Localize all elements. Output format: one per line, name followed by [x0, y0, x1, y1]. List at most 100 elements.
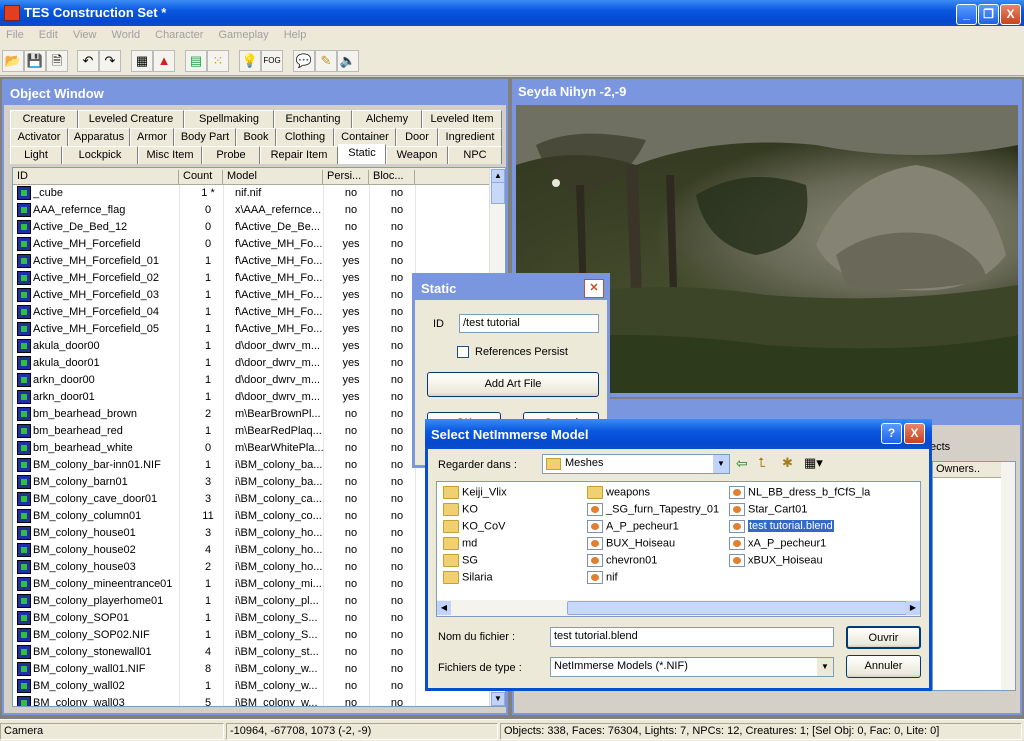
table-row[interactable]: BM_colony_cave_door01 3 i\BM_colony_ca... n…	[13, 491, 491, 508]
folder-item[interactable]: Keiji_Vlix	[443, 486, 507, 502]
menu-edit[interactable]: Edit	[33, 26, 64, 44]
tab-leveled-creature[interactable]: Leveled Creature	[78, 110, 184, 128]
menu-world[interactable]: World	[106, 26, 147, 44]
cell-list-scrollbar[interactable]	[1001, 462, 1015, 690]
table-row[interactable]: BM_colony_stonewall01 4 i\BM_colony_st... n…	[13, 644, 491, 661]
minimize-button[interactable]: _	[956, 4, 977, 25]
dialog-cancel-button[interactable]: Annuler	[846, 655, 921, 678]
light-icon[interactable]: 💡	[239, 50, 261, 72]
menu-view[interactable]: View	[67, 26, 103, 44]
table-row[interactable]: Active_De_Bed_12 0 f\Active_De_Be... no no	[13, 219, 491, 236]
column-count[interactable]: Count	[179, 170, 223, 184]
menu-file[interactable]: File	[0, 26, 30, 44]
file-item[interactable]: xA_P_pecheur1	[729, 537, 826, 553]
snap-icon[interactable]: ▲	[153, 50, 175, 72]
grid-icon[interactable]: ▦	[131, 50, 153, 72]
fog-icon[interactable]: FOG	[261, 50, 283, 72]
hscroll-thumb[interactable]	[567, 601, 907, 615]
tab-misc-item[interactable]: Misc Item	[138, 146, 202, 164]
tab-repair-item[interactable]: Repair Item	[260, 146, 338, 164]
back-icon[interactable]: ⇦	[736, 455, 748, 472]
select-dialog-title-bar[interactable]: Select NetImmerse Model ? X	[425, 419, 932, 449]
folder-item[interactable]: KO_CoV	[443, 520, 505, 536]
tab-ingredient[interactable]: Ingredient	[438, 128, 502, 146]
scroll-left-icon[interactable]: ◀	[437, 601, 451, 615]
file-item[interactable]: test tutorial.blend	[729, 520, 834, 536]
folder-item[interactable]: Silaria	[443, 571, 493, 587]
help-button[interactable]: ?	[881, 423, 902, 444]
column-blocked[interactable]: Bloc...	[369, 170, 415, 184]
cell-objects-list[interactable]: Owners..	[932, 461, 1016, 691]
comment-icon[interactable]: 💬	[293, 50, 315, 72]
file-list-hscroll[interactable]: ◀ ▶	[437, 600, 920, 616]
table-row[interactable]: BM_colony_wall03 5 i\BM_colony_w... no no	[13, 695, 491, 706]
table-row[interactable]: BM_colony_mineentrance01 1 i\BM_colony_mi.…	[13, 576, 491, 593]
filename-field[interactable]: test tutorial.blend	[550, 627, 834, 647]
tab-door[interactable]: Door	[396, 128, 438, 146]
table-row[interactable]: BM_colony_house01 3 i\BM_colony_ho... no no	[13, 525, 491, 542]
tab-book[interactable]: Book	[236, 128, 276, 146]
file-item[interactable]: chevron01	[587, 554, 657, 570]
column-id[interactable]: ID	[13, 170, 179, 184]
tab-clothing[interactable]: Clothing	[276, 128, 334, 146]
column-model[interactable]: Model	[223, 170, 323, 184]
tab-activator[interactable]: Activator	[10, 128, 68, 146]
file-item[interactable]: NL_BB_dress_b_fCfS_la	[729, 486, 870, 502]
tab-body-part[interactable]: Body Part	[174, 128, 236, 146]
file-item[interactable]: BUX_Hoiseau	[587, 537, 675, 553]
file-item[interactable]: xBUX_Hoiseau	[729, 554, 823, 570]
table-row[interactable]: Active_MH_Forcefield 0 f\Active_MH_Fo... ye…	[13, 236, 491, 253]
folder-item[interactable]: md	[443, 537, 477, 553]
table-row[interactable]: BM_colony_house02 4 i\BM_colony_ho... no no	[13, 542, 491, 559]
table-row[interactable]: _cube 1 * nif.nif no no	[13, 185, 491, 202]
save-icon[interactable]: 💾	[24, 50, 46, 72]
scroll-down-icon[interactable]: ▼	[491, 692, 505, 706]
new-folder-icon[interactable]: ✱	[782, 455, 793, 471]
up-folder-icon[interactable]: ⮤	[758, 455, 766, 471]
table-row[interactable]: BM_colony_wall02 1 i\BM_colony_w... no no	[13, 678, 491, 695]
tab-alchemy[interactable]: Alchemy	[352, 110, 422, 128]
table-row[interactable]: BM_colony_playerhome01 1 i\BM_colony_pl...…	[13, 593, 491, 610]
table-row[interactable]: BM_colony_wall01.NIF 8 i\BM_colony_w... no n…	[13, 661, 491, 678]
main-title-bar[interactable]: TES Construction Set * _ ❐ X	[0, 0, 1024, 26]
tab-enchanting[interactable]: Enchanting	[274, 110, 352, 128]
folder-item[interactable]: KO	[443, 503, 478, 519]
file-item[interactable]: A_P_pecheur1	[587, 520, 679, 536]
file-list[interactable]: Keiji_Vlix KO KO_CoV md SG Silaria weapons _SG_…	[436, 481, 921, 617]
file-item[interactable]: _SG_furn_Tapestry_01	[587, 503, 719, 519]
id-field[interactable]: /test tutorial	[459, 314, 599, 333]
table-row[interactable]: BM_colony_SOP01 1 i\BM_colony_S... no no	[13, 610, 491, 627]
menu-character[interactable]: Character	[149, 26, 209, 44]
tab-armor[interactable]: Armor	[130, 128, 174, 146]
pencil-icon[interactable]: ✎	[315, 50, 337, 72]
file-item[interactable]: nif	[587, 571, 618, 587]
tab-weapon[interactable]: Weapon	[386, 146, 448, 164]
redo-icon[interactable]: ↷	[99, 50, 121, 72]
tab-static[interactable]: Static	[338, 144, 386, 164]
scroll-thumb[interactable]	[491, 182, 505, 204]
table-row[interactable]: BM_colony_SOP02.NIF 1 i\BM_colony_S... no no	[13, 627, 491, 644]
add-art-file-button[interactable]: Add Art File	[427, 372, 599, 397]
table-row[interactable]: BM_colony_barn01 3 i\BM_colony_ba... no no	[13, 474, 491, 491]
dialog-close-button[interactable]: X	[904, 423, 925, 444]
undo-icon[interactable]: ↶	[77, 50, 99, 72]
menu-gameplay[interactable]: Gameplay	[213, 26, 275, 44]
tab-probe[interactable]: Probe	[202, 146, 260, 164]
landscape-icon[interactable]: ▤	[185, 50, 207, 72]
open-icon[interactable]: 📂	[2, 50, 24, 72]
tab-leveled-item[interactable]: Leveled Item	[422, 110, 502, 128]
file-item[interactable]: Star_Cart01	[729, 503, 807, 519]
filetype-dropdown[interactable]: NetImmerse Models (*.NIF) ▼	[550, 657, 834, 677]
static-close-icon[interactable]: ✕	[584, 279, 604, 298]
tab-lockpick[interactable]: Lockpick	[62, 146, 138, 164]
folder-item[interactable]: weapons	[587, 486, 650, 502]
tab-apparatus[interactable]: Apparatus	[68, 128, 130, 146]
properties-icon[interactable]: 🗎	[46, 50, 68, 72]
table-row[interactable]: BM_colony_column01 11 i\BM_colony_co... no n…	[13, 508, 491, 525]
chevron-down-icon[interactable]: ▼	[817, 658, 833, 676]
table-row[interactable]: AAA_refernce_flag 0 x\AAA_refernce... no no	[13, 202, 491, 219]
view-menu-icon[interactable]: ▦▾	[804, 455, 823, 471]
table-row[interactable]: Active_MH_Forcefield_01 1 f\Active_MH_Fo..…	[13, 253, 491, 270]
tab-spellmaking[interactable]: Spellmaking	[184, 110, 274, 128]
tab-npc[interactable]: NPC	[448, 146, 502, 164]
